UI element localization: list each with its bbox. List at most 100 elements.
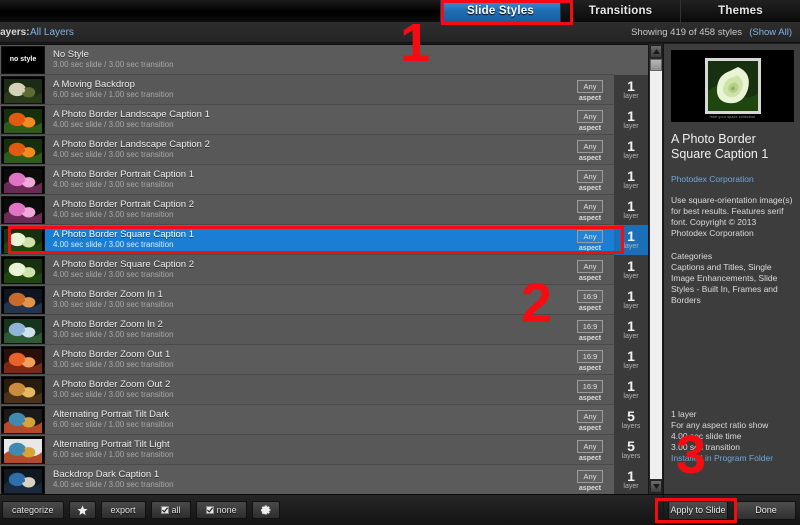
aspect-value: Any (577, 110, 603, 123)
tab-slide-styles[interactable]: Slide Styles (440, 0, 560, 22)
style-thumbnail[interactable] (1, 285, 45, 314)
style-thumbnail[interactable] (1, 375, 45, 404)
layer-count-badge: 1 layer (614, 224, 648, 255)
layer-count-caption: layer (623, 302, 639, 310)
style-name: A Photo Border Square Caption 2 (53, 259, 195, 270)
scrollbar-thumb[interactable] (650, 59, 662, 71)
layer-count-value: 5 (627, 407, 635, 424)
style-vendor-link[interactable]: Photodex Corporation (671, 174, 793, 184)
aspect-value: Any (577, 200, 603, 213)
select-none-button[interactable]: none (195, 501, 247, 519)
style-list-row[interactable]: A Photo Border Square Caption 2 4.00 sec … (0, 254, 648, 285)
tab-themes[interactable]: Themes (680, 0, 800, 22)
style-list-row[interactable]: A Photo Border Zoom Out 2 3.00 sec slide … (0, 374, 648, 405)
layers-filter-value[interactable]: All Layers (30, 27, 74, 38)
style-thumbnail[interactable] (1, 255, 45, 284)
style-thumbnail[interactable] (1, 135, 45, 164)
tiltdark-image (4, 408, 42, 433)
layer-count-caption: layer (623, 182, 639, 190)
style-timing: 4.00 sec slide / 3.00 sec transition (53, 240, 174, 249)
aspect-caption: aspect (578, 305, 602, 312)
style-list-row[interactable]: no style No Style 3.00 sec slide / 3.00 se… (0, 45, 648, 75)
aspect-caption: aspect (578, 455, 602, 462)
aspect-badge: Any aspect (570, 106, 610, 133)
orchid-image (4, 168, 42, 193)
style-thumbnail[interactable] (1, 435, 45, 464)
style-thumbnail[interactable] (1, 105, 45, 134)
style-list-row[interactable]: Alternating Portrait Tilt Light 6.00 sec … (0, 434, 648, 465)
layer-count-caption: layer (623, 152, 639, 160)
style-thumbnail[interactable] (1, 165, 45, 194)
style-thumbnail[interactable] (1, 345, 45, 374)
style-list-row[interactable]: Backdrop Dark Caption 1 4.00 sec slide / … (0, 464, 648, 494)
style-name: A Photo Border Zoom Out 1 (53, 349, 171, 360)
style-name: Alternating Portrait Tilt Light (53, 439, 170, 450)
scroll-down-icon[interactable] (650, 480, 662, 493)
style-thumbnail[interactable] (1, 195, 45, 224)
calla-lily-image (707, 61, 758, 111)
style-row-text: A Photo Border Landscape Caption 1 4.00 s… (51, 109, 570, 130)
layer-count-caption: layer (623, 272, 639, 280)
spec-install-location[interactable]: Installed in Program Folder (671, 453, 794, 464)
style-thumbnail[interactable] (1, 75, 45, 104)
tab-transitions[interactable]: Transitions (560, 0, 680, 22)
aspect-badge: 16:9 aspect (570, 286, 610, 313)
style-row-text: Alternating Portrait Tilt Dark 6.00 sec s… (51, 409, 570, 430)
none-checkbox[interactable] (205, 506, 214, 514)
style-details-panel: from your space collection A Photo Borde… (663, 44, 800, 494)
style-row-text: A Photo Border Portrait Caption 1 4.00 se… (51, 169, 570, 190)
style-list-row[interactable]: A Moving Backdrop 6.00 sec slide / 1.00 s… (0, 74, 648, 105)
style-list-row[interactable]: A Photo Border Landscape Caption 1 4.00 s… (0, 104, 648, 135)
style-list-row[interactable]: A Photo Border Zoom In 1 3.00 sec slide /… (0, 284, 648, 315)
style-list-row[interactable]: A Photo Border Zoom In 2 3.00 sec slide /… (0, 314, 648, 345)
style-thumbnail[interactable] (1, 315, 45, 344)
apply-to-slide-button[interactable]: Apply to Slide (668, 500, 728, 520)
style-list-row[interactable]: A Photo Border Portrait Caption 2 4.00 se… (0, 194, 648, 225)
style-name: A Photo Border Portrait Caption 2 (53, 199, 194, 210)
layer-count-badge: 1 layer (614, 464, 648, 494)
style-thumbnail[interactable] (1, 225, 45, 254)
style-list-row[interactable]: Alternating Portrait Tilt Dark 6.00 sec s… (0, 404, 648, 435)
all-checkbox[interactable] (160, 506, 169, 514)
style-name: A Photo Border Landscape Caption 1 (53, 109, 210, 120)
apply-to-slide-label: Apply to Slide (670, 505, 726, 515)
style-thumbnail[interactable] (1, 465, 45, 494)
aspect-value: Any (577, 80, 603, 93)
style-timing: 3.00 sec slide / 3.00 sec transition (53, 330, 174, 339)
style-name: A Photo Border Zoom Out 2 (53, 379, 171, 390)
select-all-button[interactable]: all (150, 501, 191, 519)
export-button[interactable]: export (100, 501, 146, 519)
aspect-badge: Any aspect (570, 136, 610, 163)
show-all-link[interactable]: (Show All) (749, 27, 792, 38)
style-list-scrollbar[interactable] (648, 44, 662, 494)
aspect-value: Any (577, 410, 603, 423)
aspect-caption: aspect (578, 215, 602, 222)
style-thumbnail[interactable] (1, 405, 45, 434)
style-list-row[interactable]: A Photo Border Zoom Out 1 3.00 sec slide … (0, 344, 648, 375)
layer-count-caption: layer (623, 122, 639, 130)
categorize-button[interactable]: categorize (2, 501, 64, 519)
style-name: Backdrop Dark Caption 1 (53, 469, 160, 480)
sunset-image (4, 348, 42, 373)
layer-count-caption: layer (623, 92, 639, 100)
style-list-row[interactable]: A Photo Border Portrait Caption 1 4.00 se… (0, 164, 648, 195)
settings-button[interactable] (251, 501, 280, 519)
style-timing: 3.00 sec slide / 3.00 sec transition (53, 60, 174, 69)
style-list[interactable]: no style No Style 3.00 sec slide / 3.00 se… (0, 44, 648, 494)
style-timing: 3.00 sec slide / 3.00 sec transition (53, 300, 174, 309)
done-button[interactable]: Done (736, 500, 796, 520)
favorite-button[interactable] (68, 501, 96, 519)
tab-transitions-label: Transitions (588, 5, 653, 17)
aspect-caption: aspect (578, 335, 602, 342)
layer-count-badge: 1 layer (614, 194, 648, 225)
style-row-text: A Photo Border Square Caption 1 4.00 sec … (51, 229, 570, 250)
layer-count-value: 1 (627, 287, 635, 304)
style-thumbnail[interactable]: no style (1, 45, 45, 74)
layer-count-badge: 5 layers (614, 404, 648, 435)
style-timing: 3.00 sec slide / 3.00 sec transition (53, 390, 174, 399)
style-list-row[interactable]: A Photo Border Square Caption 1 4.00 sec … (0, 224, 648, 255)
style-list-row[interactable]: A Photo Border Landscape Caption 2 4.00 s… (0, 134, 648, 165)
scroll-up-icon[interactable] (650, 45, 662, 58)
scrollbar-track[interactable] (650, 59, 662, 479)
style-title-line2: Square Caption 1 (671, 147, 769, 161)
